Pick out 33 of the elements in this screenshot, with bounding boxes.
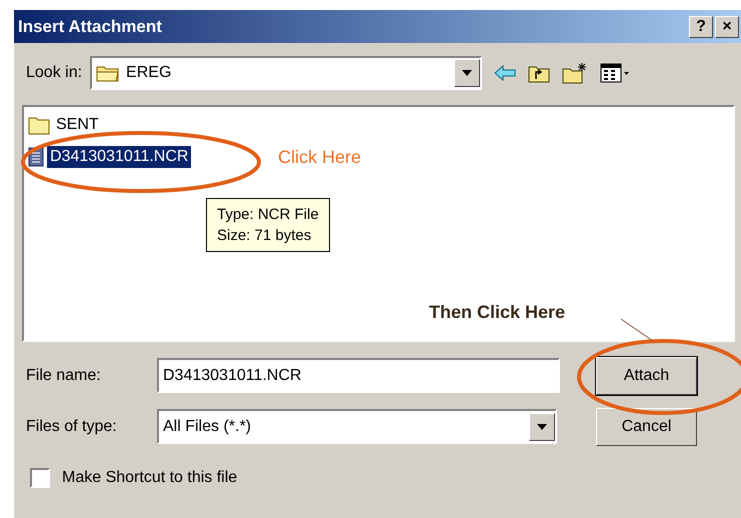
list-view-icon — [600, 63, 630, 83]
file-name-label: File name: — [26, 366, 102, 384]
dropdown-button[interactable] — [529, 412, 555, 440]
file-name: D3413031011.NCR — [47, 146, 192, 168]
folder-icon — [28, 115, 50, 135]
dropdown-button[interactable] — [454, 59, 480, 87]
tooltip: Type: NCR File Size: 71 bytes — [206, 198, 330, 252]
look-in-dropdown[interactable]: EREG — [90, 56, 482, 90]
files-of-type-dropdown[interactable]: All Files (*.*) — [157, 409, 557, 444]
shortcut-checkbox[interactable] — [30, 468, 50, 488]
left-arrow-icon — [494, 65, 516, 81]
back-button[interactable] — [494, 65, 516, 81]
files-of-type-label: Files of type: — [26, 418, 118, 436]
new-folder-icon — [562, 62, 588, 84]
window-title: Insert Attachment — [18, 16, 163, 36]
attach-button[interactable]: Attach — [596, 356, 697, 394]
new-folder-button[interactable] — [562, 62, 588, 84]
file-name-field[interactable]: D3413031011.NCR — [157, 358, 560, 393]
leader-line — [620, 318, 654, 342]
folder-icon — [96, 64, 120, 82]
shortcut-label: Make Shortcut to this file — [62, 468, 238, 486]
look-in-label: Look in: — [26, 64, 82, 82]
file-name: SENT — [55, 115, 100, 135]
dropdown-arrow-icon — [537, 424, 547, 430]
cancel-button[interactable]: Cancel — [596, 408, 697, 446]
view-menu-button[interactable] — [600, 63, 630, 83]
look-in-value: EREG — [126, 64, 172, 82]
annotation-text: Click Here — [278, 147, 362, 168]
folder-item[interactable]: SENT — [28, 109, 102, 141]
dropdown-arrow-icon — [462, 70, 472, 76]
close-button[interactable]: × — [715, 16, 739, 38]
help-button[interactable]: ? — [689, 16, 713, 38]
annotation-text: Then Click Here — [429, 302, 566, 323]
